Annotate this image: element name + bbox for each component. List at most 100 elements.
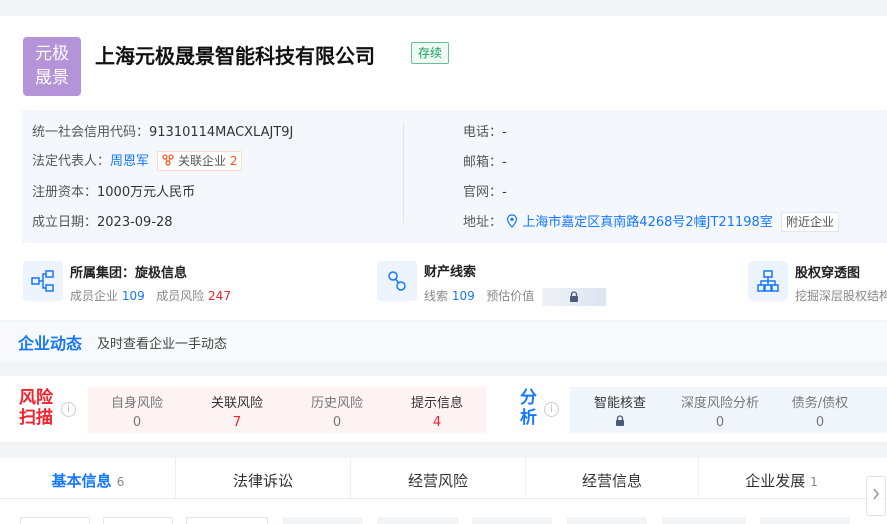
risk-item-self[interactable]: 自身风险 0 — [97, 392, 177, 430]
risk-history-label: 历史风险 — [310, 396, 363, 411]
risk-scan-title: 风险 扫描 — [19, 388, 53, 428]
address-row: 地址： 上海市嘉定区真南路4268号2幢JT21198室 附近企业 — [463, 211, 839, 232]
risk-related-value: 7 — [232, 415, 242, 430]
group-members-count[interactable]: 109 — [122, 289, 145, 303]
tab-litigation[interactable]: 法律诉讼 — [176, 462, 350, 500]
equity-feature-icon-box[interactable] — [748, 261, 788, 301]
analysis-title-line2: 析 — [520, 408, 537, 428]
subtab-chip[interactable] — [760, 517, 850, 524]
website-row: 官网：- — [463, 181, 507, 200]
founded-row: 成立日期：2023-09-28 — [32, 211, 173, 230]
subtab-chip[interactable] — [662, 517, 746, 524]
subtab-chip[interactable] — [472, 517, 552, 524]
tab-operation-risk-label: 经营风险 — [407, 472, 468, 490]
analysis-info-icon[interactable]: i — [544, 402, 559, 417]
nearby-companies-button[interactable]: 附近企业 — [780, 212, 839, 232]
analysis-title-line1: 分 — [520, 388, 537, 408]
legal-rep-link[interactable]: 周恩军 — [110, 154, 149, 169]
status-badge: 存续 — [411, 42, 450, 64]
analysis-debt-label: 债务/债权 — [791, 396, 849, 411]
equity-sub: 挖掘深层股权结构 — [795, 289, 887, 303]
capital-value: 1000万元人民币 — [97, 185, 196, 200]
address-link[interactable]: 上海市嘉定区真南路4268号2幢JT21198室 — [522, 215, 773, 230]
subtab-chip[interactable] — [567, 517, 647, 524]
risk-title-line1: 风险 — [19, 388, 53, 408]
property-clues-label: 线索 — [424, 289, 449, 303]
property-clues-count[interactable]: 109 — [452, 289, 475, 303]
risk-notice-label: 提示信息 — [410, 396, 463, 411]
tab-basic-info-count: 6 — [116, 475, 125, 489]
tab-development-label: 企业发展 — [745, 472, 806, 490]
vip-locked-value[interactable] — [542, 287, 607, 306]
subtab-chip[interactable] — [20, 517, 90, 524]
credit-code-label: 统一社会信用代码： — [32, 125, 150, 140]
risk-item-history[interactable]: 历史风险 0 — [297, 392, 377, 430]
credit-code-value: 91310114MACXLAJT9J — [149, 125, 294, 140]
risk-title-line2: 扫描 — [19, 408, 53, 428]
subtab-chip[interactable] — [377, 517, 459, 524]
founded-value: 2023-09-28 — [97, 215, 173, 230]
lock-icon — [570, 290, 579, 302]
tab-basic-info-label: 基本信息 — [51, 472, 112, 490]
email-label: 邮箱： — [463, 155, 503, 170]
risk-item-notice[interactable]: 提示信息 4 — [397, 392, 477, 430]
dynamics-subtitle: 及时查看企业一手动态 — [97, 337, 228, 352]
credit-code-row: 统一社会信用代码：91310114MACXLAJT9J — [32, 121, 293, 140]
link-nodes-icon — [388, 271, 406, 291]
group-risk-label: 成员风险 — [156, 289, 205, 303]
tab-basic-info[interactable]: 基本信息 6 — [2, 462, 174, 500]
capital-row: 注册资本：1000万元人民币 — [32, 181, 195, 200]
analysis-smart-label: 智能核查 — [593, 396, 646, 411]
analysis-deep-label: 深度风险分析 — [680, 396, 759, 411]
related-count: 2 — [229, 154, 238, 168]
legal-rep-row: 法定代表人：周恩军 关联企业 2 — [32, 150, 243, 171]
email-row: 邮箱：- — [463, 151, 507, 170]
risk-related-label: 关联风险 — [210, 396, 263, 411]
founded-label: 成立日期： — [32, 215, 98, 230]
chevron-right-icon — [873, 488, 879, 500]
subtab-chip[interactable] — [283, 517, 363, 524]
analysis-deep-value: 0 — [715, 415, 725, 430]
analysis-item-debt[interactable]: 债务/债权 0 — [780, 392, 860, 430]
website-label: 官网： — [463, 185, 503, 200]
analysis-item-deep-risk[interactable]: 深度风险分析 0 — [670, 392, 770, 430]
website-value: - — [502, 185, 507, 200]
hierarchy-icon — [757, 270, 779, 292]
tab-operation-risk[interactable]: 经营风险 — [351, 462, 525, 500]
property-sub: 线索 109 预估价值 — [424, 287, 607, 306]
risk-self-label: 自身风险 — [110, 396, 163, 411]
logo-text-line1: 元极 — [35, 44, 69, 64]
analysis-debt-value: 0 — [815, 415, 825, 430]
analysis-item-smart-check[interactable]: 智能核查 — [580, 392, 660, 431]
related-network-icon — [162, 154, 174, 166]
tab-operation-info[interactable]: 经营信息 — [526, 462, 698, 500]
group-sub: 成员企业 109 成员风险 247 — [70, 287, 231, 304]
info-divider — [403, 123, 404, 223]
legal-rep-label: 法定代表人： — [32, 154, 111, 169]
tab-scroll-right-button[interactable] — [866, 476, 886, 516]
related-companies-chip[interactable]: 关联企业 2 — [157, 151, 243, 171]
property-title[interactable]: 财产线索 — [424, 261, 476, 280]
risk-item-related[interactable]: 关联风险 7 — [197, 392, 277, 430]
risk-info-icon[interactable]: i — [61, 402, 76, 417]
group-risk-count[interactable]: 247 — [208, 289, 231, 303]
subtab-chip[interactable] — [103, 517, 173, 524]
analysis-title: 分 析 — [520, 388, 537, 428]
dynamics-title: 企业动态 — [18, 334, 83, 353]
location-pin-icon — [507, 214, 518, 228]
risk-notice-value: 4 — [432, 415, 442, 430]
phone-value: - — [502, 125, 507, 140]
property-value-label: 预估价值 — [486, 289, 535, 303]
company-name: 上海元极晟景智能科技有限公司 — [95, 44, 375, 68]
related-label: 关联企业 — [178, 154, 227, 168]
company-logo: 元极 晟景 — [23, 37, 81, 96]
group-feature-icon-box[interactable] — [23, 261, 63, 301]
tab-development[interactable]: 企业发展 1 — [699, 462, 864, 500]
org-chart-icon — [31, 270, 54, 292]
equity-title[interactable]: 股权穿透图 — [795, 262, 860, 281]
risk-history-value: 0 — [332, 415, 342, 430]
address-label: 地址： — [463, 215, 503, 230]
group-title[interactable]: 所属集团：旋极信息 — [70, 262, 187, 281]
subtab-chip[interactable] — [186, 517, 268, 524]
property-feature-icon-box[interactable] — [377, 261, 417, 301]
